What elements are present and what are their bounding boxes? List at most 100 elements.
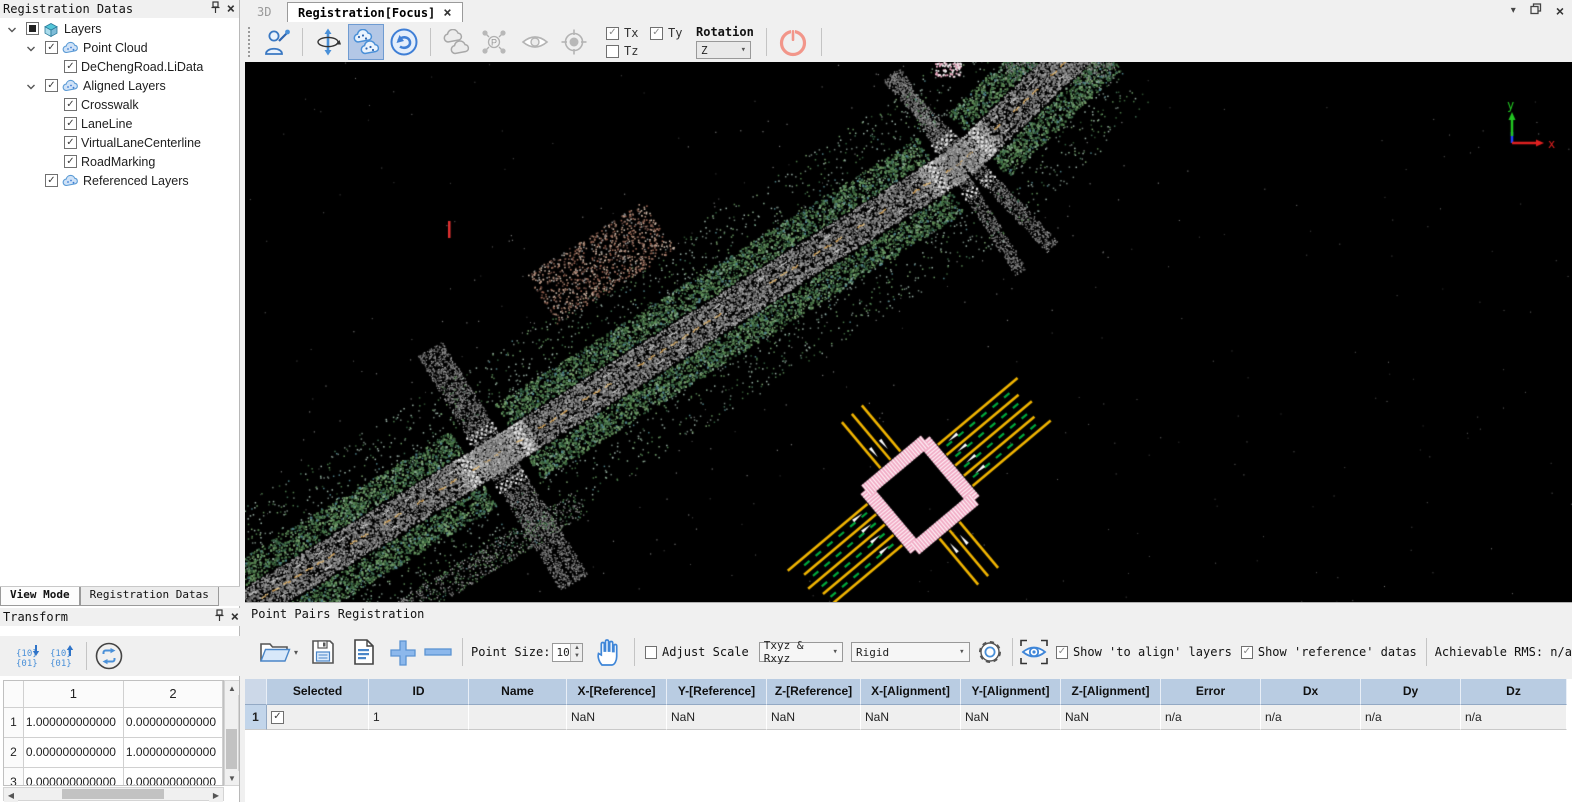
matrix-cell[interactable]: 0.000000000000 — [124, 768, 223, 786]
remove-point-pair-button[interactable] — [421, 634, 454, 670]
column-header-selected[interactable]: Selected — [267, 679, 369, 705]
expander-icon[interactable] — [7, 24, 17, 38]
table-cell[interactable]: 1 — [369, 705, 469, 730]
checkbox-tx[interactable]: ✓Tx — [606, 26, 650, 40]
pin-icon[interactable] — [210, 1, 221, 17]
table-cell[interactable]: n/a — [1261, 705, 1361, 730]
tree-item-referenced-layers[interactable]: ✓Referenced Layers — [0, 172, 238, 191]
table-cell[interactable]: n/a — [1361, 705, 1461, 730]
table-cell[interactable] — [469, 705, 567, 730]
tree-item-virtuallanecenterline[interactable]: ✓VirtualLaneCenterline — [0, 134, 238, 153]
matrix-vertical-scrollbar[interactable]: ▲ ▼ — [224, 680, 239, 786]
tree-item-aligned-layers[interactable]: ✓Aligned Layers — [0, 77, 238, 96]
undo-button[interactable] — [386, 24, 422, 60]
scroll-thumb[interactable] — [226, 729, 237, 769]
pan-hand-button[interactable] — [591, 634, 624, 670]
viewport-canvas[interactable] — [245, 62, 1572, 602]
checkbox-ty[interactable]: ✓Ty — [650, 26, 694, 40]
add-point-pair-button[interactable] — [387, 634, 420, 670]
focus-eye-button[interactable] — [1017, 634, 1050, 670]
target-button-disabled[interactable] — [556, 24, 592, 60]
scroll-thumb[interactable] — [62, 789, 164, 799]
checkbox-tz[interactable]: Tz — [606, 44, 650, 58]
matrix-apply-down-button[interactable]: {10}{01} — [10, 638, 46, 674]
power-exit-button[interactable] — [775, 24, 811, 60]
checkbox[interactable]: ✓ — [45, 41, 58, 54]
tab-close-icon[interactable]: × — [443, 6, 451, 20]
transform-mode-dropdown[interactable]: Txyz & Rxyz ▾ — [759, 642, 843, 662]
spin-down-icon[interactable]: ▼ — [571, 652, 582, 661]
matrix-horizontal-scrollbar[interactable]: ◀ ▶ — [3, 787, 224, 801]
scroll-up-arrow[interactable]: ▲ — [225, 681, 239, 695]
point-cloud-pair-button[interactable] — [348, 24, 384, 60]
report-button[interactable] — [348, 634, 381, 670]
loop-transform-button[interactable] — [91, 638, 127, 674]
column-header-dz[interactable]: Dz — [1461, 679, 1567, 705]
pick-point-button[interactable] — [259, 24, 295, 60]
matrix-apply-up-button[interactable]: {10}{01} — [44, 638, 80, 674]
column-header-name[interactable]: Name — [469, 679, 567, 705]
3d-viewport[interactable] — [245, 62, 1572, 602]
align-clouds-button-disabled[interactable] — [438, 24, 474, 60]
show-to-align-checkbox[interactable]: ✓ — [1056, 646, 1068, 659]
restore-icon[interactable] — [1530, 3, 1542, 18]
table-cell[interactable]: NaN — [767, 705, 861, 730]
tab-3d[interactable]: 3D — [247, 2, 281, 22]
matrix-cell[interactable]: 1.000000000000 — [124, 738, 223, 768]
point-size-stepper[interactable]: 10 ▲▼ — [552, 643, 583, 662]
column-header-y-reference-[interactable]: Y-[Reference] — [667, 679, 767, 705]
checkbox[interactable]: ✓ — [271, 711, 284, 724]
show-reference-checkbox[interactable]: ✓ — [1241, 646, 1253, 659]
table-cell[interactable]: NaN — [961, 705, 1061, 730]
table-cell[interactable]: n/a — [1461, 705, 1567, 730]
settings-gear-button[interactable] — [974, 634, 1007, 670]
tab-view-mode[interactable]: View Mode — [0, 587, 80, 606]
save-button[interactable] — [307, 634, 340, 670]
column-header-y-alignment-[interactable]: Y-[Alignment] — [961, 679, 1061, 705]
matrix-cell[interactable]: 0.000000000000 — [124, 708, 223, 738]
checkbox[interactable]: ✓ — [64, 60, 77, 73]
column-header-dx[interactable]: Dx — [1261, 679, 1361, 705]
matrix-cell[interactable]: 0.000000000000 — [24, 738, 124, 768]
checkbox[interactable]: ✓ — [650, 27, 663, 40]
table-cell[interactable]: NaN — [567, 705, 667, 730]
expander-icon[interactable] — [26, 43, 36, 57]
tab-registration-datas[interactable]: Registration Datas — [80, 587, 219, 606]
checkbox[interactable]: ✓ — [45, 174, 58, 187]
close-icon[interactable]: × — [231, 610, 239, 624]
close-icon[interactable]: × — [227, 2, 235, 16]
checkbox[interactable]: ✓ — [64, 155, 77, 168]
checkbox[interactable]: ✓ — [64, 136, 77, 149]
checkbox[interactable]: ✓ — [45, 79, 58, 92]
scroll-right-arrow[interactable]: ▶ — [209, 788, 223, 802]
column-header-error[interactable]: Error — [1161, 679, 1261, 705]
tree-item-layers[interactable]: Layers — [0, 20, 238, 39]
column-header-x-reference-[interactable]: X-[Reference] — [567, 679, 667, 705]
table-cell[interactable]: n/a — [1161, 705, 1261, 730]
checkbox[interactable] — [606, 45, 619, 58]
scroll-down-arrow[interactable]: ▼ — [225, 771, 239, 785]
tree-item-point-cloud[interactable]: ✓Point Cloud — [0, 39, 238, 58]
table-cell[interactable]: NaN — [667, 705, 767, 730]
table-row[interactable]: 1✓1NaNNaNNaNNaNNaNNaNn/an/an/an/a — [245, 705, 1572, 730]
chevron-down-icon[interactable]: ▾ — [1511, 5, 1516, 16]
pin-icon[interactable] — [214, 609, 225, 625]
adjust-scale-checkbox[interactable] — [645, 646, 657, 659]
column-header-dy[interactable]: Dy — [1361, 679, 1461, 705]
spin-up-icon[interactable]: ▲ — [571, 644, 582, 653]
tree-item-laneline[interactable]: ✓LaneLine — [0, 115, 238, 134]
expander-icon[interactable] — [26, 81, 36, 95]
selected-cell[interactable]: ✓ — [267, 705, 369, 730]
rotation-axis-dropdown[interactable]: Z ▾ — [696, 41, 751, 59]
matrix-cell[interactable]: 0.000000000000 — [24, 768, 124, 786]
tab-registration-focus[interactable]: Registration[Focus] × — [287, 2, 463, 23]
method-dropdown[interactable]: Rigid ▾ — [851, 642, 970, 662]
rotate-view-button[interactable] — [310, 24, 346, 60]
preview-eye-button-disabled[interactable] — [517, 24, 553, 60]
tree-item-roadmarking[interactable]: ✓RoadMarking — [0, 153, 238, 172]
checkbox[interactable]: ✓ — [606, 27, 619, 40]
checkbox[interactable] — [26, 22, 39, 35]
row-number[interactable]: 1 — [245, 705, 267, 730]
column-header-z-reference-[interactable]: Z-[Reference] — [767, 679, 861, 705]
scroll-left-arrow[interactable]: ◀ — [4, 788, 18, 802]
